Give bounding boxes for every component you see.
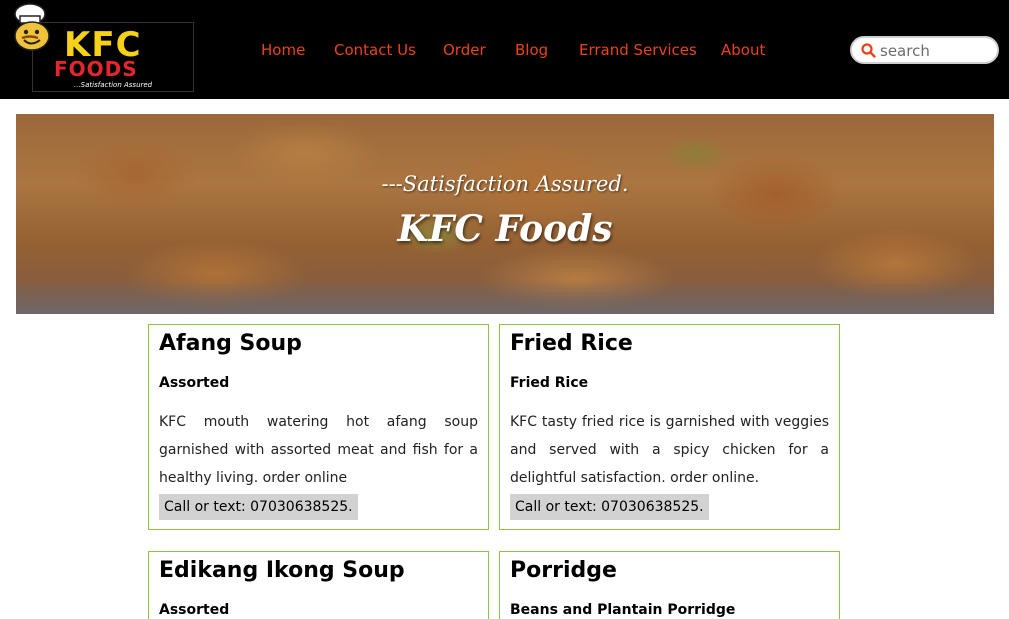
search-input[interactable] bbox=[880, 40, 992, 62]
menu-card-edikang-ikong-soup: Edikang Ikong Soup Assorted bbox=[148, 551, 489, 619]
card-call-badge: Call or text: 07030638525. bbox=[510, 494, 709, 520]
nav-home[interactable]: Home bbox=[261, 40, 305, 60]
card-title: Afang Soup bbox=[159, 331, 302, 356]
card-subtitle: Fried Rice bbox=[510, 375, 589, 391]
nav-errand-services[interactable]: Errand Services bbox=[579, 40, 697, 60]
hero-banner: ---Satisfaction Assured. KFC Foods bbox=[16, 114, 994, 314]
logo-tagline: ...Satisfaction Assured bbox=[74, 81, 153, 89]
card-call-badge: Call or text: 07030638525. bbox=[159, 494, 358, 520]
logo-sub: FOODS bbox=[54, 57, 138, 81]
menu-card-porridge: Porridge Beans and Plantain Porridge bbox=[499, 551, 840, 619]
menu-card-fried-rice: Fried Rice Fried Rice KFC tasty fried ri… bbox=[499, 324, 840, 530]
chef-mascot-icon bbox=[14, 3, 50, 51]
nav-contact-us[interactable]: Contact Us bbox=[334, 40, 416, 60]
card-title: Edikang Ikong Soup bbox=[159, 558, 405, 583]
search-icon bbox=[861, 43, 876, 58]
card-subtitle: Beans and Plantain Porridge bbox=[510, 602, 736, 618]
card-title: Fried Rice bbox=[510, 331, 633, 356]
hero-title: KFC Foods bbox=[397, 208, 613, 250]
card-subtitle: Assorted bbox=[159, 602, 230, 618]
menu-card-afang-soup: Afang Soup Assorted KFC mouth watering h… bbox=[148, 324, 489, 530]
search-box[interactable] bbox=[850, 36, 999, 64]
hero-tagline: ---Satisfaction Assured. bbox=[381, 172, 629, 196]
card-subtitle: Assorted bbox=[159, 375, 230, 391]
nav-about[interactable]: About bbox=[721, 40, 765, 60]
nav-blog[interactable]: Blog bbox=[515, 40, 548, 60]
card-title: Porridge bbox=[510, 558, 617, 583]
card-description: KFC tasty fried rice is garnished with v… bbox=[510, 414, 829, 486]
card-description: KFC mouth watering hot afang soup garnis… bbox=[159, 414, 478, 486]
nav-order[interactable]: Order bbox=[443, 40, 486, 60]
hero-bottom-fade bbox=[16, 280, 994, 314]
site-header: KFC FOODS ...Satisfaction Assured Home C… bbox=[0, 0, 1009, 99]
site-logo[interactable]: KFC FOODS ...Satisfaction Assured bbox=[8, 2, 195, 94]
